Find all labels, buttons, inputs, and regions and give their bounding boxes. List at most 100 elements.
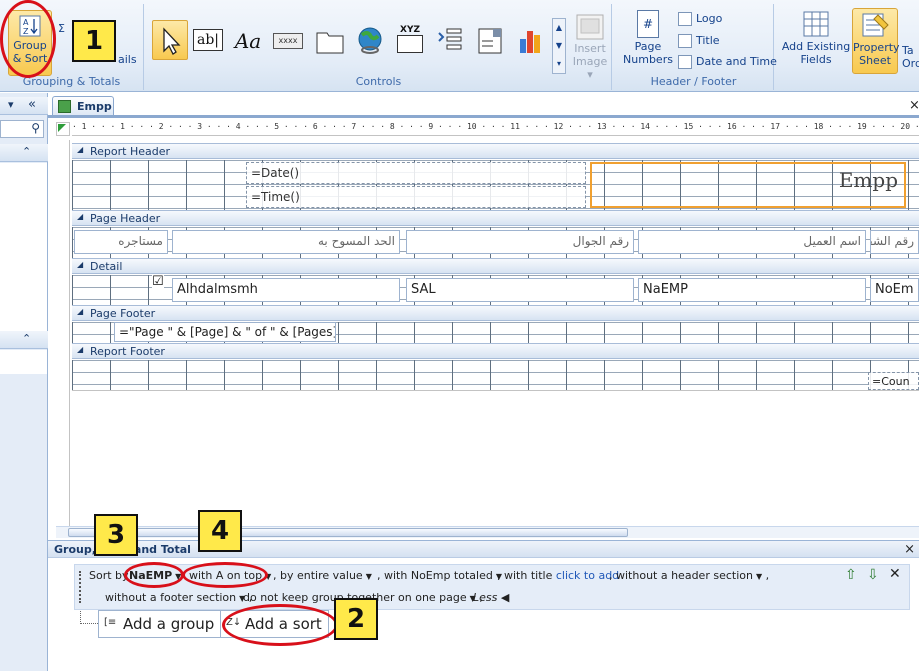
drag-handle[interactable] [79, 571, 82, 603]
insert-image-button[interactable]: Insert Image ▾ [570, 14, 610, 81]
report-canvas: Report Header =Date() =Time() Empp Page … [72, 140, 919, 538]
field-sal[interactable]: SAL [406, 278, 634, 302]
logo-label: Logo [696, 12, 723, 25]
title-button[interactable]: Title [678, 34, 720, 48]
totals-value: with NoEmp totaled [384, 569, 493, 582]
report-footer-grid[interactable]: =Coun [72, 360, 919, 390]
property-sheet-button[interactable]: Property Sheet [852, 8, 900, 74]
ribbon: A Z Group & Sort Σ ails Grouping & Total… [0, 0, 919, 92]
header-section-select[interactable]: , without a header section ▼ , [609, 569, 769, 582]
ruler-corner[interactable] [56, 122, 70, 136]
field-alhdalmsmh[interactable]: Alhdalmsmh [172, 278, 400, 302]
search-icon: ⚲ [31, 121, 40, 135]
xyz-box-icon [397, 35, 423, 53]
page-numbers-button[interactable]: # Page Numbers [620, 10, 676, 66]
page-footer-grid[interactable]: ="Page " & [Page] & " of " & [Pages] [72, 322, 919, 343]
totals-select[interactable]: , with NoEmp totaled ▼ [377, 569, 502, 582]
scroll-thumb[interactable] [68, 528, 628, 537]
gst-close-button[interactable]: × [904, 542, 915, 557]
hyperlink-control-button[interactable] [352, 20, 388, 60]
navigation-control-button[interactable] [432, 20, 468, 60]
totals-button[interactable]: Σ [58, 22, 65, 35]
checkbox-control[interactable]: ☑ [152, 275, 164, 289]
move-down-icon[interactable]: ⇩ [867, 567, 879, 583]
nav-dropdown-icon[interactable]: ▾ [8, 98, 14, 111]
textbox-control-button[interactable]: Aa [230, 20, 266, 60]
header-label-col5[interactable]: رقم الشقه [870, 230, 919, 254]
header-label-col2[interactable]: الحد المسوح به [172, 230, 400, 254]
section-page-header[interactable]: Page Header [72, 210, 919, 226]
move-up-icon[interactable]: ⇧ [845, 567, 857, 583]
section-report-header[interactable]: Report Header [72, 143, 919, 159]
header-label-col3[interactable]: رقم الجوال [406, 230, 634, 254]
time-textbox[interactable]: =Time() [246, 186, 586, 208]
webbrowser-control-button[interactable]: XYZ [392, 20, 428, 60]
tab-control-button[interactable] [312, 20, 348, 60]
callout-ring-add-sort [222, 604, 338, 646]
title-icon [678, 34, 692, 48]
nav-collapse-button[interactable]: « [28, 97, 36, 112]
button-control-button[interactable]: xxxx [270, 20, 306, 60]
callout-ring-group-sort [0, 0, 56, 78]
section-page-footer[interactable]: Page Footer [72, 305, 919, 321]
ribbon-group-header-footer: # Page Numbers Logo Title Date and Time … [614, 4, 777, 90]
nav-search-input[interactable]: ⚲ [0, 120, 44, 138]
logo-button[interactable]: Logo [678, 12, 722, 26]
textbox-control-icon: Aa [234, 29, 262, 53]
sort-value-value: by entire value [280, 569, 363, 582]
label-control-button[interactable]: ab| [190, 20, 226, 60]
footer-section-select[interactable]: without a footer section ▼ , [105, 591, 252, 604]
property-sheet-label-2: Sheet [859, 54, 891, 67]
section-detail[interactable]: Detail [72, 258, 919, 274]
folder-tab-icon [316, 32, 344, 54]
horizontal-scrollbar[interactable] [56, 526, 919, 538]
document-close-button[interactable]: × [909, 98, 919, 113]
hide-details-button[interactable]: ails [118, 53, 137, 66]
page-number-textbox[interactable]: ="Page " & [Page] & " of " & [Pages] [114, 322, 336, 342]
logo-icon [678, 12, 692, 26]
xyz-icon: XYZ [400, 25, 420, 35]
nav-group-header-2[interactable]: ⌃ [0, 331, 48, 349]
report-title-label[interactable]: Empp [590, 162, 906, 208]
header-label-col4[interactable]: اسم العميل [638, 230, 866, 254]
add-existing-fields-button[interactable]: Add Existing Fields [780, 10, 852, 66]
less-options-button[interactable]: Less ◀ [473, 591, 509, 604]
chart-control-button[interactable] [512, 20, 548, 60]
tree-connector [80, 608, 98, 624]
page-numbers-label-2: Numbers [623, 53, 673, 66]
label-control-icon: ab| [193, 29, 223, 51]
title-option[interactable]: , with title click to add [497, 569, 619, 582]
insert-image-label-1: Insert [574, 42, 606, 55]
date-textbox[interactable]: =Date() [246, 162, 586, 184]
select-tool-button[interactable] [152, 20, 188, 60]
chevron-up-icon: ⌃ [22, 332, 32, 345]
field-naemp[interactable]: NaEMP [638, 278, 866, 302]
tab-order-button[interactable]: Ta Ord [902, 44, 919, 70]
add-group-button[interactable]: [≡ Add a group [98, 610, 222, 638]
header-footer-group-label: Header / Footer [650, 75, 737, 88]
footer-section-value: without a footer section [105, 591, 237, 604]
report-header-grid[interactable]: =Date() =Time() Empp [72, 160, 919, 210]
hide-details-label: ails [118, 53, 137, 66]
page-header-label: Page Header [90, 212, 161, 225]
date-time-button[interactable]: Date and Time [678, 55, 777, 69]
page-footer-label: Page Footer [90, 307, 156, 320]
page-header-grid[interactable]: مستاجره الحد المسوح به رقم الجوال اسم ال… [72, 227, 919, 258]
nav-group-header-1[interactable]: ⌃ [0, 144, 48, 162]
callout-number-3: 3 [94, 514, 138, 556]
page-number-icon: # [637, 10, 659, 38]
sort-value-select[interactable]: , by entire value ▼ [273, 569, 372, 582]
detail-label: Detail [90, 260, 123, 273]
navigation-list-icon [438, 28, 462, 50]
delete-sort-icon[interactable]: ✕ [889, 566, 901, 582]
count-textbox[interactable]: =Coun [868, 372, 919, 390]
document-tab-empp[interactable]: Empp [52, 96, 114, 116]
controls-gallery-scroll[interactable]: ▲ ▼ ▾ [552, 18, 566, 74]
combo-control-button[interactable] [472, 20, 508, 60]
section-report-footer[interactable]: Report Footer [72, 343, 919, 359]
tab-order-label-2: Ord [902, 57, 919, 70]
header-label-col1[interactable]: مستاجره [74, 230, 168, 254]
field-noemp[interactable]: NoEm [870, 278, 919, 302]
detail-grid[interactable]: ☑ Alhdalmsmh SAL NaEMP NoEm [72, 275, 919, 305]
ribbon-group-controls: ab| Aa xxxx XYZ ▲ ▼ ▾ Insert Image ▾ Con… [146, 4, 612, 90]
